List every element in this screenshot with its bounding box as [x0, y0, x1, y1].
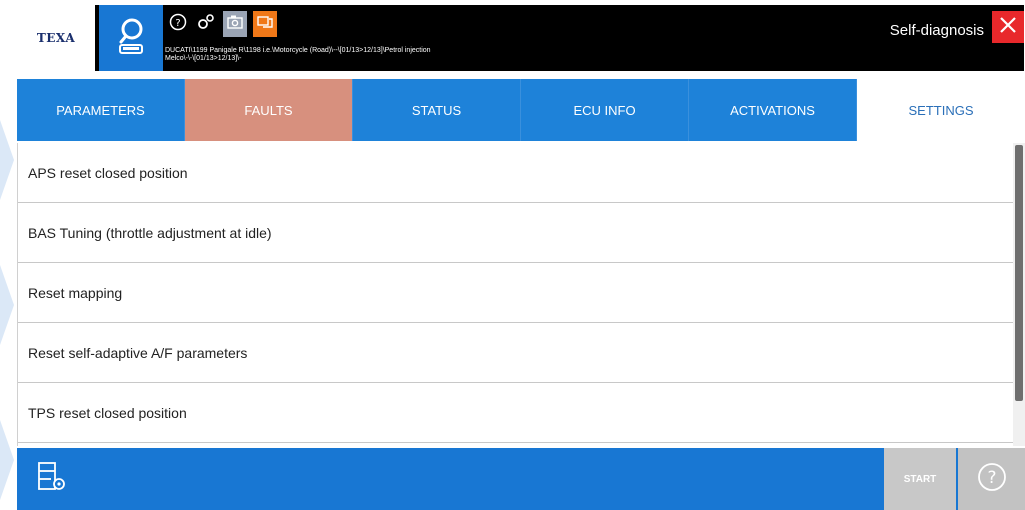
camera-icon — [227, 15, 243, 34]
settings-button[interactable] — [195, 13, 217, 35]
vehicle-path-line2: Melco\-\-\[01/13>12/13]\- — [165, 55, 242, 62]
svg-text:?: ? — [175, 18, 180, 29]
footer-help-button[interactable]: ? — [958, 448, 1025, 510]
logo-text: TEXA — [36, 31, 76, 45]
side-decoration — [0, 0, 17, 510]
tab-settings[interactable]: SETTINGS — [857, 79, 1025, 141]
list-item-reset-self-adaptive[interactable]: Reset self-adaptive A/F parameters — [18, 323, 1013, 383]
tab-activations[interactable]: ACTIVATIONS — [689, 79, 857, 141]
tab-parameters[interactable]: PARAMETERS — [17, 79, 185, 141]
top-toolbar: ? — [167, 10, 277, 38]
decor-shape — [0, 265, 14, 345]
vci-icon — [257, 14, 273, 35]
list-settings-button[interactable] — [34, 461, 70, 498]
scrollbar-thumb[interactable] — [1015, 145, 1023, 401]
vehicle-search-button[interactable] — [99, 5, 163, 71]
search-car-icon — [114, 16, 148, 61]
list-item-tps-reset[interactable]: TPS reset closed position — [18, 383, 1013, 443]
help-icon: ? — [169, 13, 187, 36]
mode-title: Self-diagnosis — [889, 22, 984, 39]
close-icon — [999, 16, 1017, 39]
help-icon: ? — [977, 462, 1007, 497]
vehicle-path-line1: DUCATI\1199 Panigale R\1198 i.e.\Motorcy… — [165, 47, 431, 54]
footer-bar: START ? — [17, 448, 1025, 510]
svg-text:?: ? — [987, 468, 996, 488]
screenshot-button[interactable] — [223, 11, 247, 37]
list-item-reset-mapping[interactable]: Reset mapping — [18, 263, 1013, 323]
list-scrollbar[interactable] — [1013, 143, 1025, 446]
list-item-aps-reset[interactable]: APS reset closed position — [18, 143, 1013, 203]
texa-logo: TEXA — [17, 5, 95, 71]
tab-faults[interactable]: FAULTS — [185, 79, 353, 141]
settings-icon — [196, 12, 216, 37]
help-button[interactable]: ? — [167, 13, 189, 35]
header-bar: TEXA ? DUCATI\1199 Panigale R\1198 i.e.\… — [17, 5, 1024, 71]
tab-bar: PARAMETERS FAULTS STATUS ECU INFO ACTIVA… — [17, 79, 1025, 141]
close-button[interactable] — [992, 11, 1024, 43]
decor-shape — [0, 120, 14, 200]
start-button[interactable]: START — [884, 448, 956, 510]
vehicle-path: DUCATI\1199 Panigale R\1198 i.e.\Motorcy… — [165, 47, 431, 63]
list-item-bas-tuning[interactable]: BAS Tuning (throttle adjustment at idle) — [18, 203, 1013, 263]
tab-status[interactable]: STATUS — [353, 79, 521, 141]
tab-ecu-info[interactable]: ECU INFO — [521, 79, 689, 141]
settings-list: APS reset closed position BAS Tuning (th… — [17, 143, 1013, 446]
vci-button[interactable] — [253, 11, 277, 37]
decor-shape — [0, 420, 14, 500]
list-settings-icon — [37, 461, 67, 498]
